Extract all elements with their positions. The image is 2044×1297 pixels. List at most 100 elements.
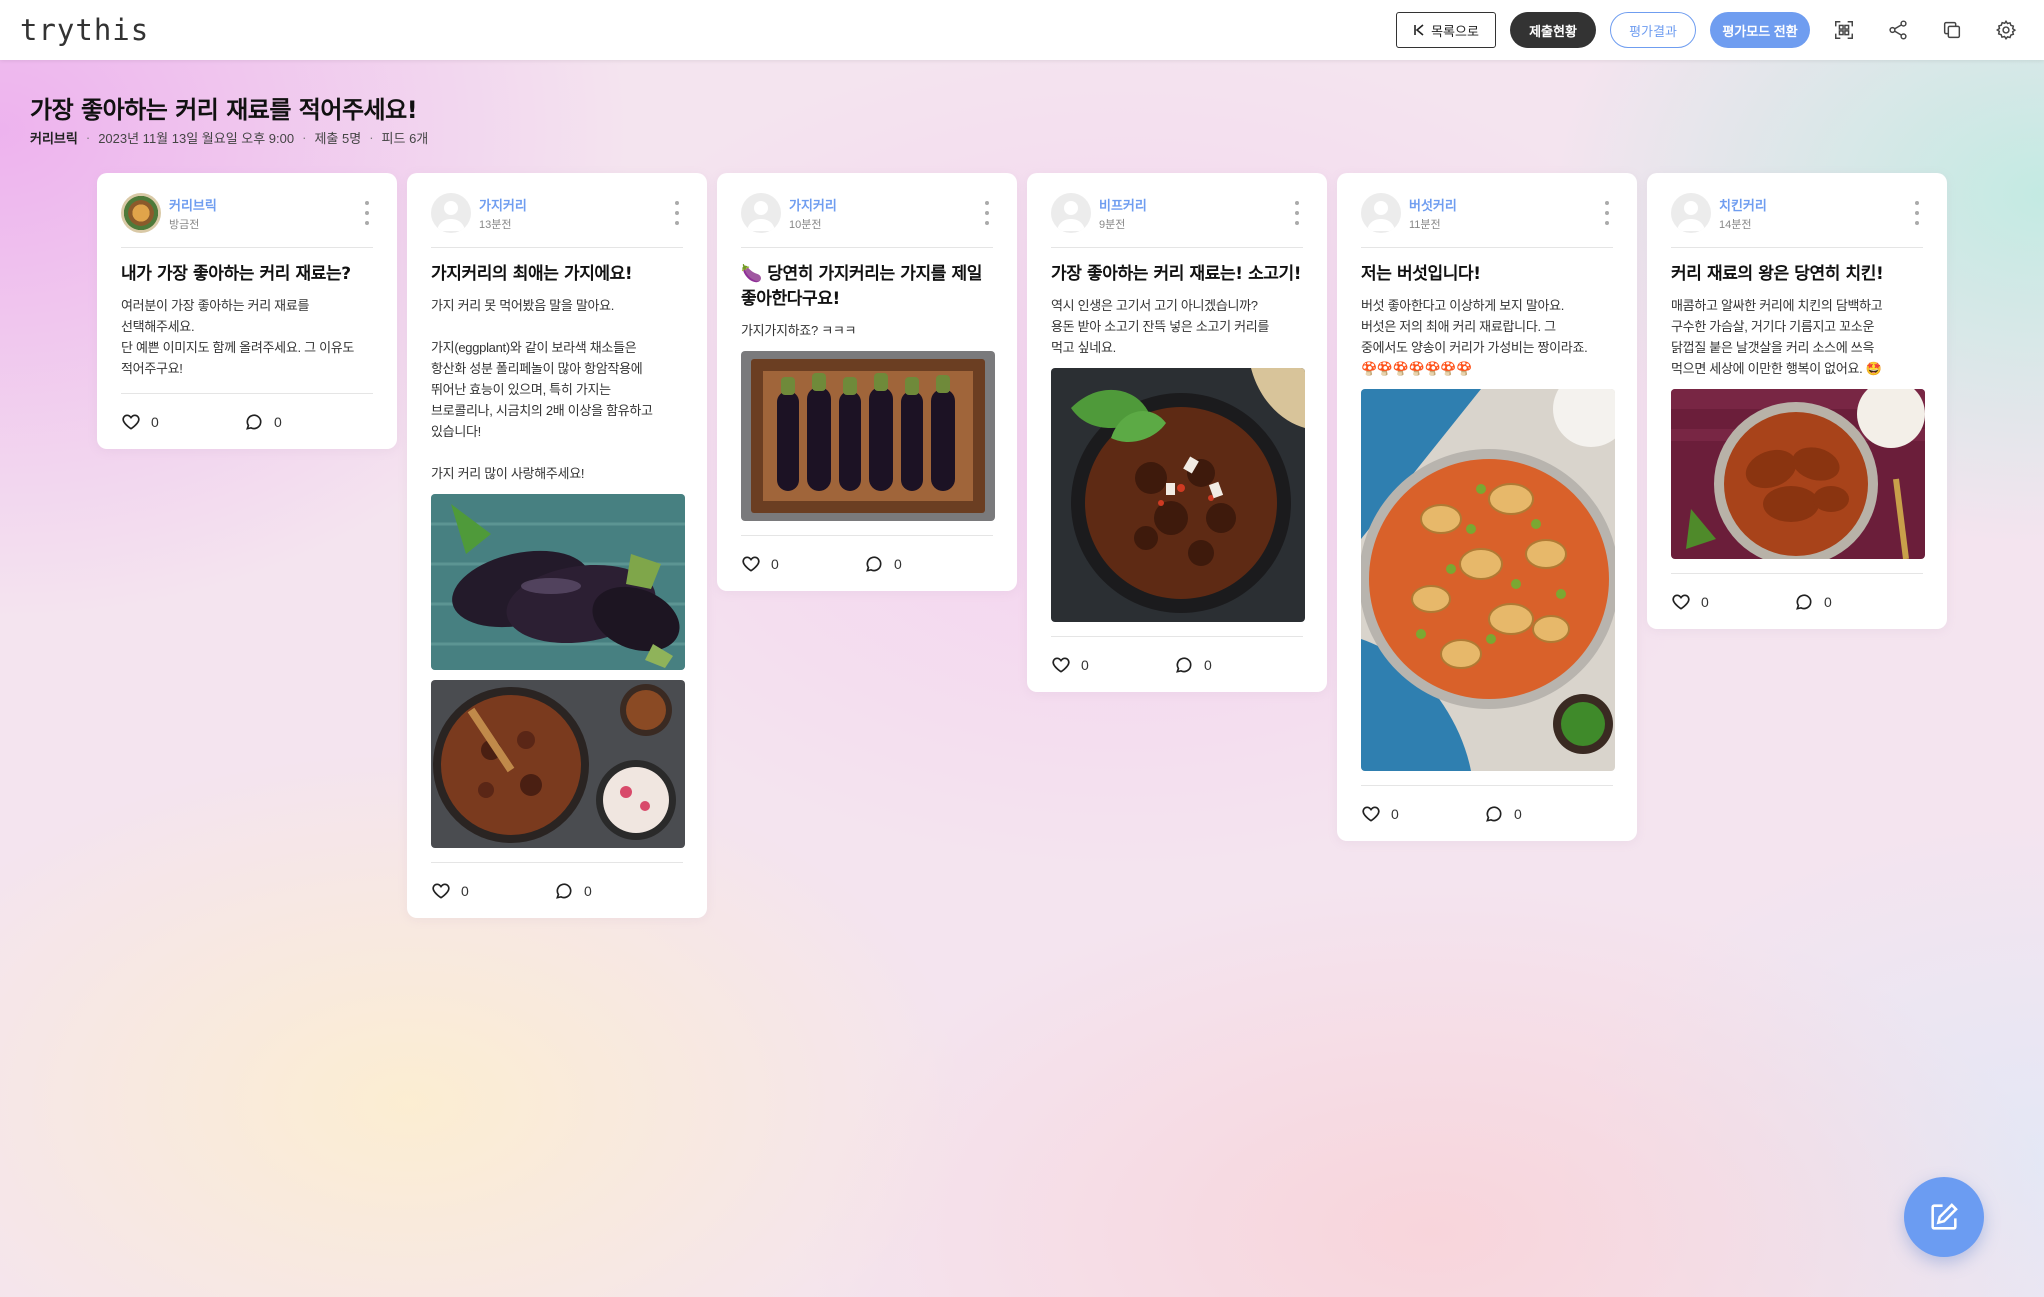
- heart-icon: [742, 555, 760, 572]
- card-body: 가지 커리 못 먹어봤음 말을 말아요. 가지(eggplant)와 같이 보라…: [431, 298, 653, 481]
- card-divider: [1051, 247, 1303, 248]
- card-header: 커리브릭 방금전: [121, 191, 373, 235]
- avatar[interactable]: [1051, 193, 1091, 233]
- feed-card[interactable]: 가지커리 10분전 🍆 당연히 가지커리는 가지를 제일 좋아한다구요! 가지가…: [717, 173, 1017, 591]
- settings-icon: [1995, 19, 2017, 40]
- back-to-list-label: 목록으로: [1431, 23, 1479, 39]
- like-button[interactable]: 0: [741, 554, 864, 574]
- like-button[interactable]: 0: [121, 412, 244, 432]
- card-author[interactable]: 커리브릭: [169, 195, 217, 214]
- card-body: 여러분이 가장 좋아하는 커리 재료를 선택해주세요. 단 예쁜 이미지도 함께…: [121, 298, 355, 376]
- more-options-icon[interactable]: [1909, 201, 1925, 225]
- like-count: 0: [1701, 593, 1709, 610]
- eggplant-photo[interactable]: [431, 494, 685, 670]
- page-title: 가장 좋아하는 커리 재료를 적어주세요!: [30, 96, 418, 124]
- chicken-curry-photo[interactable]: [1671, 389, 1925, 559]
- comment-button[interactable]: 0: [244, 412, 367, 432]
- comment-button[interactable]: 0: [1484, 804, 1607, 824]
- card-footer: 0 0: [1361, 785, 1613, 841]
- comment-button[interactable]: 0: [864, 554, 987, 574]
- share-button[interactable]: [1878, 10, 1918, 50]
- card-time: 13분전: [479, 218, 512, 231]
- meta-separator: ·: [369, 130, 374, 145]
- qr-scan-icon: [1835, 21, 1853, 39]
- card-body: 가지가지하죠? ㅋㅋㅋ: [741, 323, 857, 338]
- heart-icon: [432, 882, 450, 899]
- card-divider: [741, 247, 993, 248]
- like-count: 0: [1391, 805, 1399, 822]
- card-author[interactable]: 가지커리: [479, 195, 527, 214]
- meta-separator: ·: [85, 130, 91, 145]
- user-icon: [1367, 201, 1395, 231]
- avatar[interactable]: [1671, 193, 1711, 233]
- more-options-icon[interactable]: [669, 201, 685, 225]
- eggplant-curry-photo[interactable]: [431, 680, 685, 848]
- comment-count: 0: [584, 882, 592, 899]
- user-icon: [1057, 201, 1085, 231]
- feed-card[interactable]: 커리브릭 방금전 내가 가장 좋아하는 커리 재료는? 여러분이 가장 좋아하는…: [97, 173, 397, 449]
- submission-status-button[interactable]: 제출현황: [1510, 12, 1596, 48]
- more-options-icon[interactable]: [1599, 201, 1615, 225]
- comment-button[interactable]: 0: [1794, 592, 1917, 612]
- user-icon: [747, 201, 775, 231]
- like-button[interactable]: 0: [431, 881, 554, 901]
- copy-button[interactable]: [1932, 10, 1972, 50]
- card-author[interactable]: 치킨커리: [1719, 195, 1767, 214]
- card-body: 역시 인생은 고기서 고기 아니겠습니까? 용돈 받아 소고기 잔뜩 넣은 소고…: [1051, 298, 1270, 355]
- more-options-icon[interactable]: [979, 201, 995, 225]
- card-author[interactable]: 가지커리: [789, 195, 837, 214]
- card-author[interactable]: 비프커리: [1099, 195, 1147, 214]
- like-count: 0: [1081, 656, 1089, 673]
- user-icon: [1677, 201, 1705, 231]
- comment-icon: [1486, 805, 1502, 822]
- beef-curry-photo[interactable]: [1051, 368, 1305, 622]
- card-time: 방금전: [169, 218, 200, 231]
- feed-card[interactable]: 버섯커리 11분전 저는 버섯입니다! 버섯 좋아한다고 이상하게 보지 말아요…: [1337, 173, 1637, 841]
- meta-separator: ·: [302, 130, 307, 145]
- feed-card[interactable]: 가지커리 13분전 가지커리의 최애는 가지에요! 가지 커리 못 먹어봤음 말…: [407, 173, 707, 918]
- heart-icon: [1672, 593, 1690, 610]
- feed-card[interactable]: 치킨커리 14분전 커리 재료의 왕은 당연히 치킨! 매콤하고 알싸한 커리에…: [1647, 173, 1947, 629]
- card-footer: 0 0: [1671, 573, 1923, 629]
- settings-button[interactable]: [1986, 10, 2026, 50]
- card-time: 14분전: [1719, 218, 1752, 231]
- more-options-icon[interactable]: [1289, 201, 1305, 225]
- card-author[interactable]: 버섯커리: [1409, 195, 1457, 214]
- like-button[interactable]: 0: [1051, 655, 1174, 675]
- card-body: 매콤하고 알싸한 커리에 치킨의 담백하고 구수한 가슴살, 거기다 기름지고 …: [1671, 298, 1883, 376]
- card-time: 11분전: [1409, 218, 1441, 231]
- like-count: 0: [771, 555, 779, 572]
- qr-scan-button[interactable]: [1824, 10, 1864, 50]
- card-header: 가지커리 13분전: [431, 191, 683, 235]
- evaluation-result-button[interactable]: 평가결과: [1610, 12, 1696, 48]
- avatar[interactable]: [741, 193, 781, 233]
- mushroom-curry-photo[interactable]: [1361, 389, 1615, 771]
- comment-icon: [866, 555, 882, 572]
- card-footer: 0 0: [121, 393, 373, 449]
- heart-icon: [1052, 656, 1070, 673]
- heart-icon: [1362, 805, 1380, 822]
- avatar[interactable]: [1361, 193, 1401, 233]
- page-date: 2023년 11월 13일 월요일 오후 9:00: [98, 131, 295, 146]
- evaluation-mode-button[interactable]: 평가모드 전환: [1710, 12, 1810, 48]
- eggplant-tray-photo[interactable]: [741, 351, 995, 521]
- card-header: 비프커리 9분전: [1051, 191, 1303, 235]
- card-divider: [431, 247, 683, 248]
- more-options-icon[interactable]: [359, 201, 375, 225]
- comment-icon: [1176, 656, 1192, 673]
- like-button[interactable]: 0: [1671, 592, 1794, 612]
- comment-button[interactable]: 0: [1174, 655, 1297, 675]
- card-title: 내가 가장 좋아하는 커리 재료는?: [121, 264, 351, 284]
- share-icon: [1889, 20, 1907, 40]
- app-logo[interactable]: trythis: [20, 13, 149, 47]
- avatar[interactable]: [121, 193, 161, 233]
- heart-icon: [122, 413, 140, 430]
- like-button[interactable]: 0: [1361, 804, 1484, 824]
- card-divider: [1671, 247, 1923, 248]
- back-to-list-button[interactable]: 목록으로: [1396, 12, 1496, 48]
- feed-card[interactable]: 비프커리 9분전 가장 좋아하는 커리 재료는! 소고기! 역시 인생은 고기서…: [1027, 173, 1327, 692]
- card-header: 가지커리 10분전: [741, 191, 993, 235]
- avatar[interactable]: [431, 193, 471, 233]
- write-post-button[interactable]: [1904, 1177, 1984, 1257]
- comment-button[interactable]: 0: [554, 881, 677, 901]
